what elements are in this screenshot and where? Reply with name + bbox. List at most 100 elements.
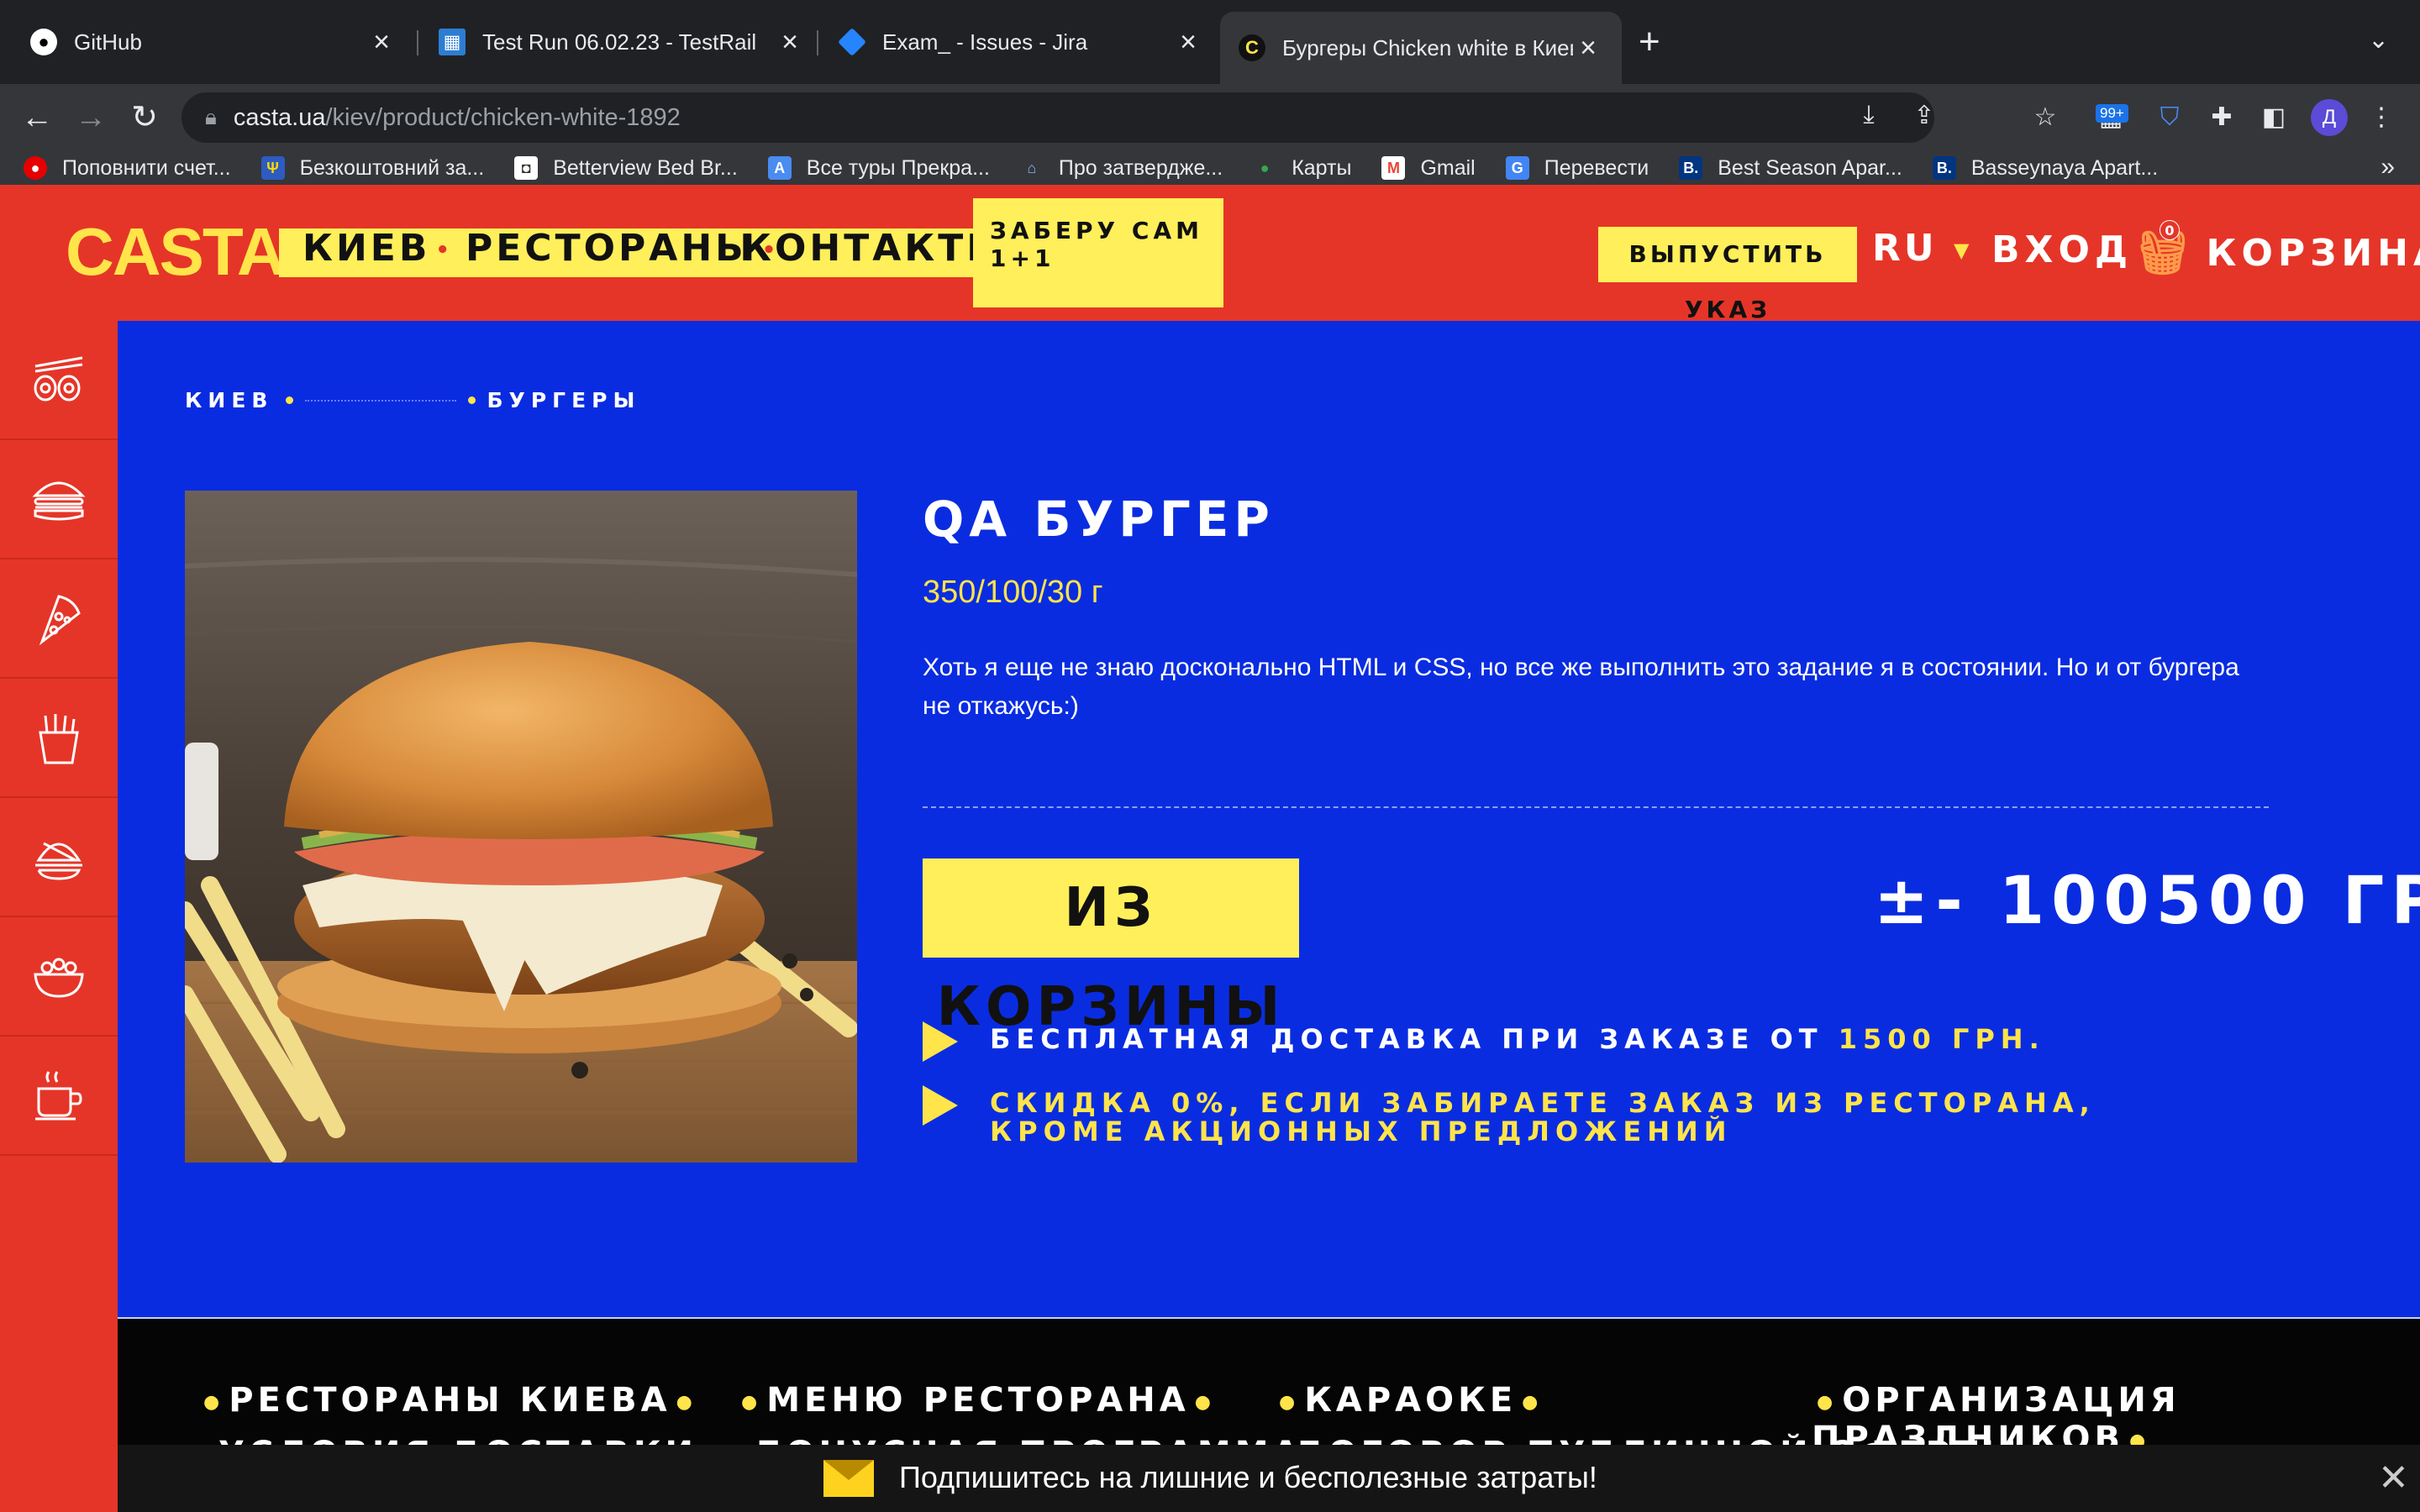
bullet-icon: ● bbox=[741, 1391, 762, 1413]
bookmark-item[interactable]: B. Best Season Apar... bbox=[1679, 156, 1902, 181]
bullet-icon: ● bbox=[1194, 1391, 1215, 1413]
forward-icon[interactable]: → bbox=[71, 97, 111, 138]
profile-avatar[interactable]: Д bbox=[2311, 99, 2348, 136]
cart-button[interactable]: 🧺︎0 КОРЗИНА bbox=[2136, 220, 2420, 278]
bullet-icon: ● bbox=[1817, 1391, 1838, 1413]
close-icon[interactable]: × bbox=[366, 26, 397, 59]
tab-testrail[interactable]: ▦ Test Run 06.02.23 - TestRail × bbox=[420, 12, 823, 72]
close-icon[interactable]: × bbox=[1173, 26, 1203, 59]
language-label: RU bbox=[1872, 227, 1938, 270]
tab-title: Exam_ - Issues - Jira bbox=[882, 29, 1088, 55]
sushi-icon bbox=[34, 356, 83, 402]
casta-icon: C bbox=[1239, 34, 1265, 61]
url-text[interactable]: casta.ua/kiev/product/chicken-white-1892 bbox=[234, 104, 681, 132]
sidebar-item-salads[interactable] bbox=[0, 917, 118, 1037]
sidebar-item-sushi[interactable] bbox=[0, 321, 118, 440]
bullet-icon: ● bbox=[676, 1391, 697, 1413]
sidebar-item-snacks[interactable] bbox=[0, 679, 118, 798]
bookmark-item[interactable]: ● Карты bbox=[1253, 156, 1352, 181]
tab-title: GitHub bbox=[74, 29, 142, 55]
bookmark-item[interactable]: ⌂ Про затвердже... bbox=[1020, 156, 1223, 181]
bookmarks-bar: ● Поповнити счет... Ψ Безкоштовний за... ◘… bbox=[0, 151, 2420, 185]
close-icon[interactable]: ✕ bbox=[2378, 1457, 2409, 1499]
pizza-icon bbox=[39, 595, 81, 645]
footer-label: МЕНЮ РЕСТОРАНА bbox=[766, 1381, 1190, 1420]
booking-icon: B. bbox=[1679, 156, 1703, 180]
nav-restaurants[interactable]: РЕСТОРАНЫ • bbox=[466, 227, 779, 270]
product-description: Хоть я еще не знаю досконально HTML и CS… bbox=[923, 654, 2239, 720]
envelope-icon bbox=[823, 1460, 874, 1497]
government-icon: ⌂ bbox=[1027, 159, 1037, 176]
install-icon[interactable]: ⤓ bbox=[1850, 101, 1887, 129]
gmail-icon: M bbox=[1381, 156, 1406, 180]
web-page: CASTA КИЕВ• РЕСТОРАНЫ• КОНТАКТЫ • ЗАБЕРУ … bbox=[0, 185, 2420, 1512]
bookmark-item[interactable]: Ψ Безкоштовний за... bbox=[260, 156, 484, 181]
nav-label: КОНТАКТЫ bbox=[741, 227, 1008, 270]
tab-github[interactable]: ● GitHub × bbox=[12, 12, 415, 72]
bookmark-item[interactable]: M Gmail bbox=[1381, 156, 1476, 181]
trident-icon: Ψ bbox=[260, 156, 285, 180]
sidebar-item-burgers[interactable] bbox=[0, 440, 118, 559]
cart-count-badge: 0 bbox=[2160, 220, 2180, 240]
star-icon[interactable]: ☆ bbox=[2027, 99, 2064, 136]
tab-title: Бургеры Chicken white в Киев bbox=[1282, 34, 1573, 60]
sidebar-item-drinks[interactable] bbox=[0, 1037, 118, 1156]
jira-icon bbox=[838, 28, 866, 56]
arrow-right-icon bbox=[923, 1021, 958, 1062]
bullet-icon: ● bbox=[1522, 1391, 1543, 1413]
product-weight: 350/100/30 г bbox=[923, 575, 1103, 610]
bookmark-label: Поповнити счет... bbox=[62, 155, 231, 180]
breadcrumb-dot bbox=[467, 396, 476, 404]
tab-separator bbox=[817, 30, 818, 55]
bookmark-item[interactable]: ◘ Betterview Bed Br... bbox=[514, 156, 738, 181]
puzzle-icon[interactable]: ✚ bbox=[2203, 99, 2240, 136]
nav-kiev[interactable]: КИЕВ • bbox=[302, 227, 453, 270]
tab-casta[interactable]: C Бургеры Chicken white в Киев × bbox=[1220, 12, 1622, 84]
bookmarks-overflow-button[interactable]: » bbox=[2381, 153, 2395, 181]
footer-link-restaurants[interactable]: ● РЕСТОРАНЫ КИЕВА ● bbox=[198, 1381, 702, 1420]
bookmark-item[interactable]: B. Basseynaya Apart... bbox=[1932, 156, 2158, 181]
bookmark-item[interactable]: G Перевести bbox=[1505, 156, 1649, 181]
perk-text: СКИДКА 0%, ЕСЛИ ЗАБИРАЕТЕ ЗАКАЗ ИЗ РЕСТО… bbox=[990, 1087, 2096, 1147]
share-icon[interactable]: ⇪ bbox=[1906, 101, 1943, 130]
breadcrumb-separator bbox=[304, 399, 456, 402]
breadcrumb-burgers[interactable]: БУРГЕРЫ bbox=[487, 388, 641, 412]
bookmark-item[interactable]: ● Поповнити счет... bbox=[24, 156, 231, 181]
subscribe-message[interactable]: Подпишитесь на лишние и бесполезные затр… bbox=[899, 1460, 1597, 1495]
salad-icon bbox=[34, 958, 84, 998]
nav-label: КИЕВ bbox=[302, 227, 431, 270]
close-icon[interactable]: × bbox=[775, 26, 805, 59]
pickup-promo[interactable]: ЗАБЕРУ САМ 1+1 bbox=[973, 198, 1223, 307]
betterview-icon: ◘ bbox=[514, 156, 539, 180]
site-logo[interactable]: CASTA bbox=[66, 213, 286, 291]
new-tab-button[interactable]: + bbox=[1639, 22, 1660, 62]
decree-button[interactable]: ВЫПУСТИТЬ УКАЗ bbox=[1598, 227, 1857, 323]
footer-link-menu[interactable]: ● МЕНЮ РЕСТОРАНА ● bbox=[736, 1381, 1220, 1420]
footer-link-karaoke[interactable]: ● КАРАОКЕ ● bbox=[1274, 1381, 1547, 1420]
sidebar-item-hot-dishes[interactable] bbox=[0, 798, 118, 917]
cart-label: КОРЗИНА bbox=[2206, 232, 2420, 275]
extension-shield-icon[interactable]: ⛉ bbox=[2151, 99, 2188, 136]
bookmark-item[interactable]: A Все туры Прекра... bbox=[767, 156, 990, 181]
remove-from-cart-button[interactable]: ИЗ КОРЗИНЫ bbox=[923, 858, 1299, 1038]
footer-label: РЕСТОРАНЫ КИЕВА bbox=[229, 1381, 671, 1420]
chevron-down-icon[interactable]: ⌄ bbox=[2368, 25, 2389, 55]
sidepanel-icon[interactable]: ◧ bbox=[2255, 99, 2292, 136]
browser-toolbar: ← → ↻ 🔒︎ casta.ua/kiev/product/chicken-w… bbox=[0, 84, 2420, 151]
sidebar-item-pizza[interactable] bbox=[0, 559, 118, 679]
bookmark-label: Best Season Apar... bbox=[1718, 155, 1902, 180]
back-icon[interactable]: ← bbox=[17, 97, 57, 138]
reload-icon[interactable]: ↻ bbox=[124, 97, 165, 138]
burger-icon bbox=[32, 481, 86, 521]
coffee-icon bbox=[35, 1071, 82, 1121]
delivery-perk: БЕСПЛАТНАЯ ДОСТАВКА ПРИ ЗАКАЗЕ ОТ 1500 Г… bbox=[923, 1021, 2045, 1062]
tab-jira[interactable]: Exam_ - Issues - Jira × bbox=[820, 12, 1222, 72]
product-price: ±- 100500 ГРН bbox=[1874, 864, 2420, 939]
login-link[interactable]: ВХОД bbox=[1991, 228, 2133, 271]
language-selector[interactable]: RU ▼ bbox=[1872, 227, 1972, 270]
dish-icon bbox=[35, 842, 82, 880]
close-icon[interactable]: × bbox=[1573, 32, 1603, 65]
breadcrumb-kiev[interactable]: КИЕВ bbox=[185, 388, 274, 412]
menu-icon[interactable]: ⋮ bbox=[2363, 99, 2400, 136]
address-bar[interactable]: 🔒︎ casta.ua/kiev/product/chicken-white-1… bbox=[182, 92, 1935, 143]
